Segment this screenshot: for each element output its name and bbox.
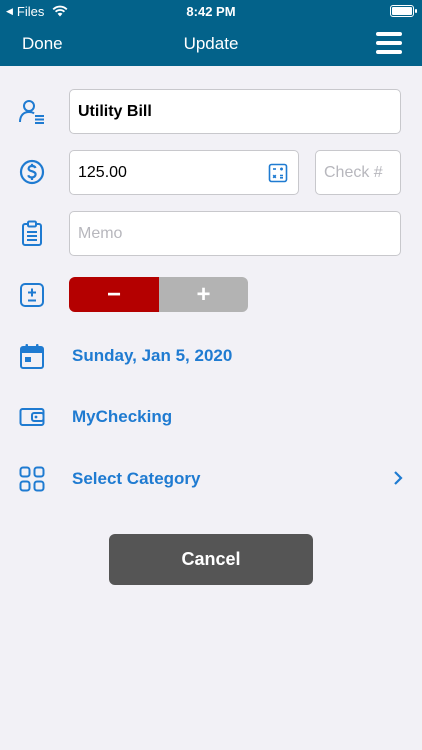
account-selector[interactable]: MyChecking (72, 407, 172, 427)
grid-icon (18, 465, 46, 493)
plus-minus-icon (18, 281, 46, 309)
check-number-placeholder: Check # (324, 163, 383, 181)
category-selector[interactable]: Select Category (72, 469, 201, 489)
check-number-input[interactable]: Check # (315, 150, 401, 195)
wallet-icon (18, 403, 46, 431)
clipboard-icon (18, 219, 46, 247)
calculator-icon[interactable] (268, 163, 288, 183)
amount-value: 125.00 (78, 163, 127, 181)
amount-input[interactable]: 125.00 (69, 150, 299, 195)
menu-icon[interactable] (376, 32, 402, 54)
calendar-icon (18, 342, 46, 370)
payee-input[interactable]: Utility Bill (69, 89, 401, 134)
page-title: Update (183, 34, 239, 53)
header-bar: ◀ Files 8:42 PM Done Update (0, 0, 422, 66)
battery-icon (390, 5, 417, 17)
dollar-coin-icon (18, 158, 46, 186)
date-selector[interactable]: Sunday, Jan 5, 2020 (72, 346, 232, 366)
status-time: 8:42 PM (186, 4, 236, 19)
minus-button[interactable]: − (69, 277, 159, 312)
sign-toggle: − + (69, 277, 248, 312)
plus-button[interactable]: + (159, 277, 248, 312)
done-button[interactable]: Done (22, 34, 63, 54)
chevron-right-icon[interactable] (392, 469, 404, 487)
memo-placeholder: Memo (78, 224, 123, 242)
cancel-button[interactable]: Cancel (109, 534, 313, 585)
status-bar: ◀ Files 8:42 PM (0, 0, 422, 22)
memo-input[interactable]: Memo (69, 211, 401, 256)
payee-value: Utility Bill (78, 102, 152, 120)
payee-icon (18, 97, 46, 125)
